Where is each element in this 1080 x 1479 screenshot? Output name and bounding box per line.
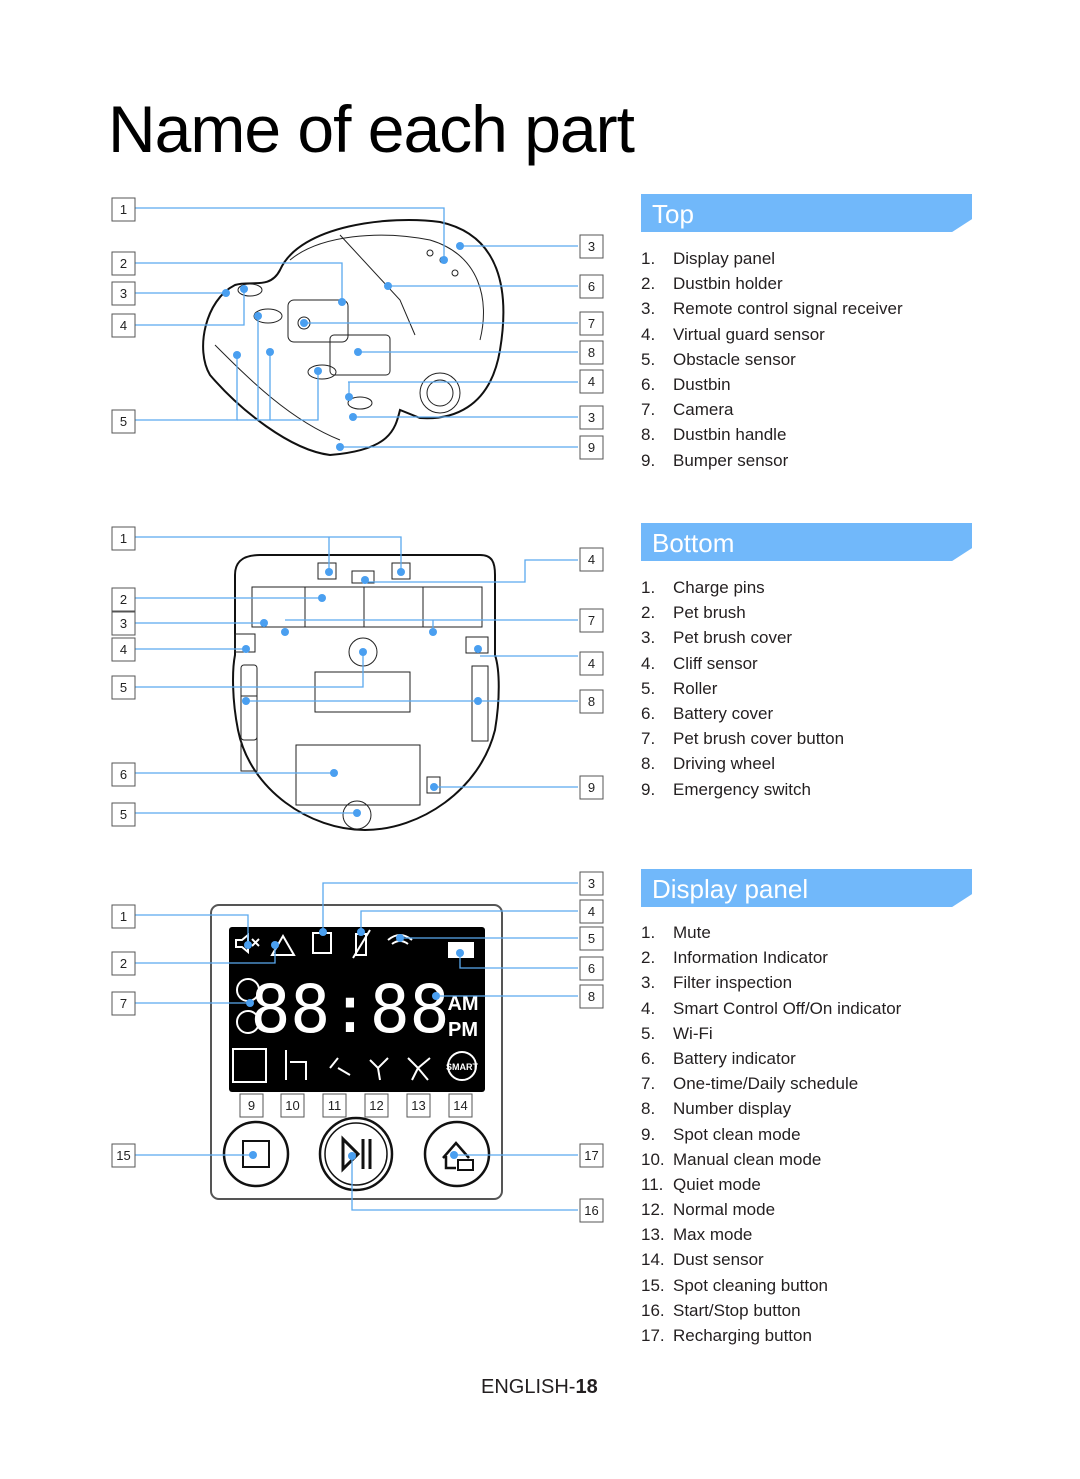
page-footer: ENGLISH-18 [481,1376,598,1398]
callout-display-right-6: 6 [579,956,604,981]
list-item: 7. Pet brush cover button [641,729,845,749]
callout-display-left-2: 2 [111,951,136,976]
svg-text:13: 13 [411,1098,425,1113]
svg-text:12: 12 [369,1098,383,1113]
parts-list-top: 1. Display panel 2. Dustbin holder 3. Remot… [641,246,903,473]
list-item: 7. One-time/Daily schedule [641,1074,859,1094]
lcd-smart: SMART [446,1062,478,1072]
list-item: 2. Information Indicator [641,948,828,968]
svg-text:7: 7 [120,996,127,1011]
callout-display-left-15: 15 [111,1143,136,1168]
list-item: 15. Spot cleaning button [641,1275,829,1295]
callout-display-bottom-11: 11 [322,1093,347,1118]
list-item: 3. Filter inspection [641,973,793,993]
list-item: 2. Dustbin holder [641,274,783,294]
callout-display-right-4: 4 [579,899,604,924]
callout-display-right-3: 3 [579,871,604,896]
page-number: 18 [575,1376,598,1398]
list-item: 7. Camera [641,400,734,420]
display-panel-diagram: 88:88 AM PM SMART 1 2 7 15 3 4 5 6 8 17 … [111,871,604,1223]
list-item: 6. Dustbin [641,374,731,394]
list-item: 4. Cliff sensor [641,653,758,673]
svg-text:15: 15 [116,1148,130,1163]
list-item: 9. Bumper sensor [641,450,789,470]
svg-text:3: 3 [588,876,595,891]
svg-text:11: 11 [328,1098,342,1113]
list-item: 11. Quiet mode [641,1174,761,1194]
list-item: 5. Obstacle sensor [641,349,796,369]
svg-text:4: 4 [588,904,595,919]
list-item: 3. Pet brush cover [641,628,793,648]
list-item: 5. Wi-Fi [641,1023,713,1043]
list-item: 2. Pet brush [641,603,746,623]
list-item: 10. Manual clean mode [641,1149,822,1169]
list-item: 16. Start/Stop button [641,1300,801,1320]
list-item: 1. Mute [641,923,711,942]
svg-text:10: 10 [285,1098,299,1113]
lcd-pm: PM [448,1019,478,1041]
section-header-bottom: Bottom [641,523,972,561]
list-item: 6. Battery indicator [641,1048,796,1068]
lcd-number-display: 88:88 [251,971,450,1048]
callout-display-right-17: 17 [579,1143,604,1168]
list-item: 12. Normal mode [641,1200,776,1220]
svg-text:8: 8 [588,989,595,1004]
parts-list-display-panel: 1. Mute 2. Information Indicator 3. Filter … [641,920,901,1348]
callout-display-bottom-9: 9 [239,1093,264,1118]
callout-display-right-16: 16 [579,1198,604,1223]
svg-text:16: 16 [584,1203,598,1218]
svg-text:6: 6 [588,961,595,976]
list-item: 17. Recharging button [641,1326,812,1345]
list-item: 8. Number display [641,1099,792,1119]
list-item: 9. Emergency switch [641,779,811,799]
list-item: 8. Dustbin handle [641,425,787,445]
section-header-top: Top [641,194,972,232]
callout-display-bottom-10: 10 [280,1093,305,1118]
svg-text:5: 5 [588,931,595,946]
start-stop-button[interactable] [318,1116,394,1192]
callout-display-bottom-13: 13 [406,1093,431,1118]
list-item: 9. Spot clean mode [641,1124,801,1144]
svg-text:1: 1 [120,909,127,924]
list-item: 5. Roller [641,678,718,698]
callout-display-right-8: 8 [579,984,604,1009]
list-item: 4. Virtual guard sensor [641,324,825,344]
callout-display-right-5: 5 [579,926,604,951]
svg-text:17: 17 [584,1148,598,1163]
list-item: 8. Driving wheel [641,754,776,774]
section-header-display-panel: Display panel [641,869,972,907]
list-item: 13. Max mode [641,1225,753,1245]
svg-text:14: 14 [453,1098,467,1113]
list-item: 4. Smart Control Off/On indicator [641,998,902,1018]
callout-display-bottom-12: 12 [364,1093,389,1118]
list-item: 1. Charge pins [641,578,765,597]
list-item: 6. Battery cover [641,703,774,723]
callout-display-bottom-14: 14 [448,1093,473,1118]
parts-list-bottom: 1. Charge pins 2. Pet brush 3. Pet brush co… [641,575,844,802]
svg-text:2: 2 [120,956,127,971]
svg-text:9: 9 [248,1098,255,1113]
callout-display-left-1: 1 [111,904,136,929]
list-item: 1. Display panel [641,249,776,268]
list-item: 3. Remote control signal receiver [641,299,903,319]
list-item: 14. Dust sensor [641,1250,764,1270]
callout-display-left-7: 7 [111,991,136,1016]
